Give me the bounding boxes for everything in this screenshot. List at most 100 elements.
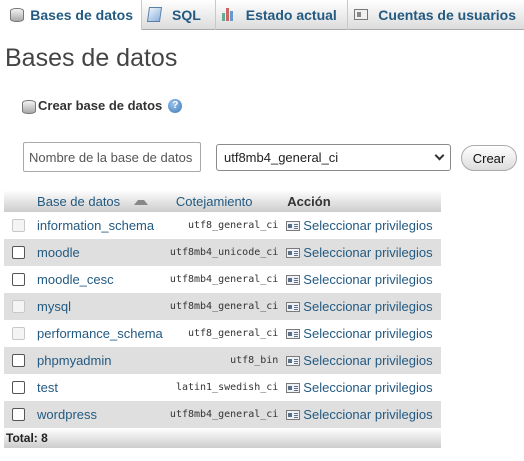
tab-sql-label: SQL [172, 7, 201, 23]
select-privileges-link[interactable]: Seleccionar privilegios [283, 380, 441, 395]
action-cell: Seleccionar privilegios [283, 239, 441, 266]
row-checkbox[interactable] [12, 408, 25, 421]
total-count: Total: 8 [4, 428, 441, 448]
row-checkbox [12, 300, 25, 313]
row-checkbox-cell [4, 212, 32, 239]
header-collation[interactable]: Cotejamiento [169, 190, 284, 212]
header-checkbox-cell [4, 190, 32, 212]
select-privileges-link[interactable]: Seleccionar privilegios [283, 299, 441, 314]
database-name-cell: mysql [31, 293, 170, 320]
select-privileges-link[interactable]: Seleccionar privilegios [283, 407, 441, 422]
select-privileges-link[interactable]: Seleccionar privilegios [283, 353, 441, 368]
select-privileges-label: Seleccionar privilegios [303, 272, 433, 287]
database-name-cell: wordpress [31, 401, 170, 428]
row-checkbox-cell [4, 239, 32, 266]
row-checkbox-cell [4, 293, 32, 320]
collation-select[interactable]: utf8mb4_general_ci [216, 144, 451, 171]
action-cell: Seleccionar privilegios [283, 212, 441, 239]
create-button[interactable]: Crear [461, 145, 517, 171]
chevron-down-icon [434, 150, 445, 161]
tab-databases[interactable]: Bases de datos [0, 0, 142, 30]
database-name-cell: performance_schema [31, 320, 170, 347]
collation-cell: utf8mb4_general_ci [169, 401, 284, 428]
status-chart-icon [221, 7, 238, 23]
collation-cell: utf8mb4_unicode_ci [169, 239, 284, 266]
collation-cell: utf8_general_ci [169, 320, 284, 347]
tab-user-accounts-label: Cuentas de usuarios [378, 7, 516, 23]
database-icon [10, 7, 24, 23]
tab-databases-label: Bases de datos [30, 7, 133, 23]
database-name-link[interactable]: information_schema [31, 218, 154, 233]
header-collation-label: Cotejamiento [175, 193, 253, 209]
row-checkbox-cell [4, 266, 32, 293]
action-cell: Seleccionar privilegios [283, 347, 441, 374]
database-name-link[interactable]: moodle [31, 245, 80, 260]
select-privileges-link[interactable]: Seleccionar privilegios [283, 218, 441, 233]
new-database-icon [22, 99, 36, 114]
table-row: moodle utf8mb4_unicode_ci Seleccionar priv… [4, 239, 441, 266]
privileges-icon [286, 274, 301, 285]
row-checkbox[interactable] [12, 354, 25, 367]
page-title: Bases de datos [5, 44, 178, 72]
header-database-name-label: Base de datos [37, 193, 121, 209]
collation-cell: utf8mb4_general_ci [169, 293, 284, 320]
select-privileges-label: Seleccionar privilegios [303, 353, 433, 368]
create-database-label: Crear base de datos [38, 98, 163, 113]
select-privileges-label: Seleccionar privilegios [303, 218, 433, 233]
action-cell: Seleccionar privilegios [283, 401, 441, 428]
select-privileges-link[interactable]: Seleccionar privilegios [283, 245, 441, 260]
top-tab-bar: Bases de datos SQL Estado actual Cuentas… [0, 0, 524, 30]
row-checkbox [12, 219, 25, 232]
privileges-icon [286, 301, 301, 312]
database-name-input[interactable] [23, 142, 201, 172]
database-name-link[interactable]: wordpress [31, 407, 97, 422]
databases-table: Base de datos Cotejamiento Acción inform… [4, 190, 441, 448]
select-privileges-label: Seleccionar privilegios [303, 407, 433, 422]
create-database-heading: Crear base de datos ? [22, 98, 183, 114]
select-privileges-label: Seleccionar privilegios [303, 299, 433, 314]
tab-sql[interactable]: SQL [142, 0, 216, 30]
database-name-cell: moodle [31, 239, 170, 266]
database-name-link[interactable]: phpmyadmin [31, 353, 111, 368]
select-privileges-link[interactable]: Seleccionar privilegios [283, 326, 441, 341]
table-row: moodle_cesc utf8mb4_general_ci Seleccionar… [4, 266, 441, 293]
database-name-cell: test [31, 374, 170, 401]
row-checkbox-cell [4, 347, 32, 374]
privileges-icon [286, 328, 301, 339]
row-checkbox-cell [4, 401, 32, 428]
table-row: mysql utf8mb4_general_ci Seleccionar privi… [4, 293, 441, 320]
privileges-icon [286, 382, 301, 393]
help-icon[interactable]: ? [168, 98, 183, 113]
row-checkbox[interactable] [12, 246, 25, 259]
table-row: phpmyadmin utf8_bin Seleccionar privilegio… [4, 347, 441, 374]
action-cell: Seleccionar privilegios [283, 266, 441, 293]
row-checkbox [12, 327, 25, 340]
database-name-link[interactable]: moodle_cesc [31, 272, 114, 287]
database-name-link[interactable]: mysql [31, 299, 71, 314]
sql-icon [146, 7, 164, 23]
database-name-link[interactable]: performance_schema [31, 326, 163, 341]
action-cell: Seleccionar privilegios [283, 320, 441, 347]
row-checkbox-cell [4, 320, 32, 347]
database-name-cell: moodle_cesc [31, 266, 170, 293]
database-name-link[interactable]: test [31, 380, 58, 395]
database-name-cell: information_schema [31, 212, 170, 239]
collation-cell: utf8_general_ci [169, 212, 284, 239]
table-row: wordpress utf8mb4_general_ci Seleccionar p… [4, 401, 441, 428]
header-database-name[interactable]: Base de datos [31, 190, 170, 212]
privileges-icon [286, 247, 301, 258]
row-checkbox[interactable] [12, 273, 25, 286]
row-checkbox[interactable] [12, 381, 25, 394]
select-privileges-label: Seleccionar privilegios [303, 245, 433, 260]
select-privileges-link[interactable]: Seleccionar privilegios [283, 272, 441, 287]
table-row: test latin1_swedish_ci Seleccionar privile… [4, 374, 441, 401]
tab-user-accounts[interactable]: Cuentas de usuarios [348, 0, 524, 30]
privileges-icon [286, 355, 301, 366]
action-cell: Seleccionar privilegios [283, 293, 441, 320]
action-cell: Seleccionar privilegios [283, 374, 441, 401]
header-action: Acción [283, 190, 441, 212]
table-row: performance_schema utf8_general_ci Selecci… [4, 320, 441, 347]
tab-status[interactable]: Estado actual [216, 0, 349, 30]
select-privileges-label: Seleccionar privilegios [303, 326, 433, 341]
tab-status-label: Estado actual [245, 7, 337, 23]
